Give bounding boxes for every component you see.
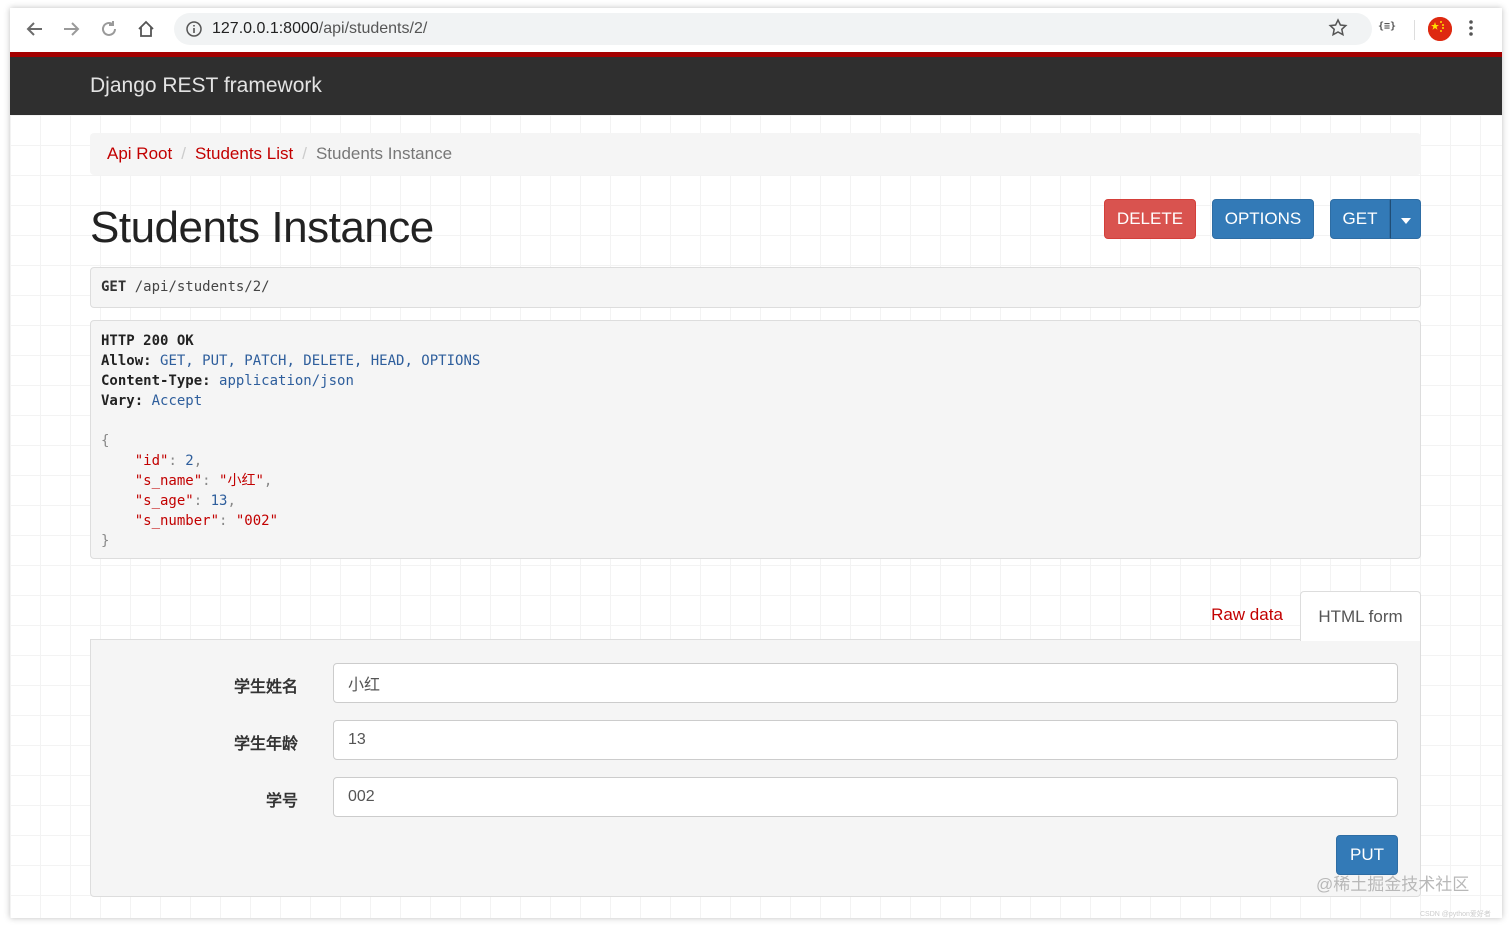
drf-navbar: Django REST framework — [10, 52, 1502, 115]
s-number-input[interactable] — [333, 777, 1398, 817]
get-button[interactable]: GET — [1330, 199, 1390, 239]
json-value: 2 — [185, 453, 194, 469]
header-name: Vary: — [101, 393, 144, 409]
tab-html-form[interactable]: HTML form — [1300, 591, 1421, 641]
breadcrumb-separator: / — [302, 144, 307, 163]
breadcrumb-separator: / — [181, 144, 186, 163]
json-open-brace: { — [101, 433, 110, 449]
request-info: GET /api/students/2/ — [90, 267, 1421, 308]
response-status: HTTP 200 OK — [101, 333, 194, 349]
info-icon[interactable] — [186, 21, 202, 42]
url-host: 127.0.0.1:8000 — [212, 20, 319, 37]
json-key: "s_name" — [134, 473, 203, 489]
json-key: "s_number" — [134, 513, 220, 529]
json-key: "s_age" — [134, 493, 194, 509]
header-value: Accept — [151, 393, 203, 409]
field-label-s-name: 学生姓名 — [233, 679, 298, 696]
header-name: Allow: — [101, 353, 152, 369]
header-name: Content-Type: — [101, 373, 211, 389]
header-value: application/json — [219, 373, 354, 389]
browser-window: 127.0.0.1:8000/api/students/2/ {≡} Djang… — [10, 8, 1502, 918]
profile-avatar[interactable] — [1428, 17, 1452, 41]
forward-arrow-icon[interactable] — [60, 18, 82, 40]
main-content: Api Root / Students List / Students Inst… — [10, 115, 1502, 918]
caret-down-icon — [1400, 209, 1411, 229]
json-value: 13 — [210, 493, 228, 509]
s-name-input[interactable] — [333, 663, 1398, 703]
watermark-text: @稀土掘金技术社区 — [1316, 875, 1470, 894]
address-bar[interactable]: 127.0.0.1:8000/api/students/2/ — [174, 13, 1372, 45]
breadcrumb-students-list[interactable]: Students List — [195, 144, 293, 164]
breadcrumb-active: Students Instance — [315, 144, 453, 163]
json-value: "002" — [235, 513, 279, 529]
navbar-brand[interactable]: Django REST framework — [90, 74, 322, 98]
reload-icon[interactable] — [98, 18, 120, 40]
s-age-input[interactable] — [333, 720, 1398, 760]
put-button[interactable]: PUT — [1336, 835, 1398, 875]
delete-button[interactable]: DELETE — [1104, 199, 1196, 239]
json-key: "id" — [134, 453, 169, 469]
url-text: 127.0.0.1:8000/api/students/2/ — [212, 20, 427, 38]
field-label-s-number: 学号 — [265, 793, 298, 810]
watermark-small-text: CSDN @python爱好者 — [1420, 911, 1491, 918]
json-viewer-extension-icon[interactable]: {≡} — [1378, 21, 1396, 32]
breadcrumb: Api Root / Students List / Students Inst… — [90, 133, 1421, 175]
form-row-s-name: 学生姓名 — [91, 663, 1422, 703]
response-info: HTTP 200 OK Allow: GET, PUT, PATCH, DELE… — [90, 320, 1421, 559]
browser-toolbar: 127.0.0.1:8000/api/students/2/ {≡} — [10, 8, 1502, 52]
toolbar-divider — [1414, 20, 1415, 40]
put-form: 学生姓名 学生年龄 学号 PUT — [90, 639, 1421, 897]
field-label-s-age: 学生年龄 — [233, 736, 298, 753]
request-path: /api/students/2/ — [134, 279, 270, 295]
breadcrumb-api-root[interactable]: Api Root — [107, 144, 172, 164]
json-close-brace: } — [101, 533, 110, 549]
tab-raw-data[interactable]: Raw data — [1196, 593, 1298, 637]
request-method: GET — [101, 279, 127, 295]
options-button[interactable]: OPTIONS — [1212, 199, 1314, 239]
get-format-dropdown[interactable] — [1390, 199, 1421, 239]
page-title: Students Instance — [90, 203, 434, 252]
star-icon[interactable] — [1328, 18, 1348, 43]
form-row-s-age: 学生年龄 — [91, 720, 1422, 760]
home-icon[interactable] — [135, 18, 157, 40]
header-value: GET, PUT, PATCH, DELETE, HEAD, OPTIONS — [160, 353, 481, 369]
url-path: /api/students/2/ — [318, 20, 428, 37]
json-value: "小红" — [219, 473, 264, 489]
back-arrow-icon[interactable] — [24, 18, 46, 40]
form-row-s-number: 学号 — [91, 777, 1422, 817]
kebab-menu-icon[interactable] — [1468, 18, 1474, 43]
